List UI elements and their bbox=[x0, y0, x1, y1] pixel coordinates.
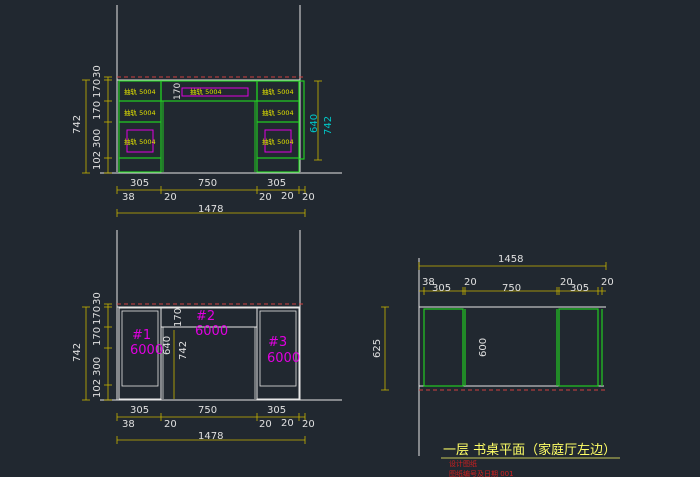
hdim-label: 38 bbox=[122, 192, 135, 203]
hdim-label: 750 bbox=[198, 178, 217, 189]
plan-depth-outer-label: 625 bbox=[372, 339, 383, 358]
drawer-label: 抽轨 5004 bbox=[124, 108, 156, 117]
inner-dim-label: 742 bbox=[178, 341, 189, 360]
hdim-label: 20 bbox=[259, 419, 272, 430]
plan-dim-label: 305 bbox=[432, 283, 451, 294]
hdim-label: 20 bbox=[164, 419, 177, 430]
vdim-label: 742 bbox=[72, 115, 83, 134]
plan-view: 1458 38 305 20 750 20 305 20 625 600 bbox=[372, 254, 614, 456]
plan-dim-label: 20 bbox=[601, 277, 614, 288]
plan-left-unit bbox=[423, 308, 464, 387]
hdim-label: 20 bbox=[302, 192, 315, 203]
vdim-label: 170 bbox=[92, 327, 103, 346]
hdim-label: 305 bbox=[130, 178, 149, 189]
title-note-line-2: 图纸编号及日期 001 bbox=[449, 469, 514, 477]
vdim-label: 170 bbox=[92, 306, 103, 325]
drawer-label: 抽轨 5004 bbox=[124, 87, 156, 96]
right-dim-label: 742 bbox=[323, 116, 334, 135]
hdim-label: 20 bbox=[164, 192, 177, 203]
plan-dim-label: 750 bbox=[502, 283, 521, 294]
hdim-label: 305 bbox=[267, 178, 286, 189]
drawing-title: 一层 书桌平面（家庭厅左边） bbox=[443, 442, 616, 458]
drawer-label: 抽轨 5004 bbox=[262, 87, 294, 96]
plan-total-label: 1458 bbox=[498, 254, 523, 265]
title-note-line-1: 设计图纸 bbox=[449, 459, 477, 468]
total-dim-label: 1478 bbox=[198, 204, 223, 215]
top-elevation: 抽轨 5004 抽轨 5004 抽轨 5004 抽轨 5004 抽轨 5004 … bbox=[72, 5, 342, 217]
right-dim-label: 640 bbox=[309, 114, 320, 133]
plan-dim-label: 305 bbox=[570, 283, 589, 294]
bottom-elevation: #1 6000 #2 6000 #3 6000 170 640 742 30 1… bbox=[72, 230, 342, 444]
plan-depth-inner-label: 600 bbox=[478, 338, 489, 357]
plan-right-unit bbox=[558, 308, 599, 387]
hdim-label: 305 bbox=[267, 405, 286, 416]
drawer-label: 抽轨 5004 bbox=[262, 108, 294, 117]
unit-id: #1 bbox=[132, 328, 151, 343]
cad-drawing-canvas: 抽轨 5004 抽轨 5004 抽轨 5004 抽轨 5004 抽轨 5004 … bbox=[72, 5, 620, 477]
hdim-label: 20 bbox=[259, 192, 272, 203]
hdim-label: 750 bbox=[198, 405, 217, 416]
hdim-label: 305 bbox=[130, 405, 149, 416]
vdim-label: 30 bbox=[92, 292, 103, 305]
hdim-label: 20 bbox=[281, 191, 294, 202]
hdim-label: 20 bbox=[281, 418, 294, 429]
unit-value: 6000 bbox=[267, 351, 300, 366]
total-dim-label: 1478 bbox=[198, 431, 223, 442]
unit-id: #3 bbox=[268, 335, 287, 350]
vdim-label: 300 bbox=[92, 129, 103, 148]
hdim-label: 38 bbox=[122, 419, 135, 430]
unit-id: #2 bbox=[196, 309, 215, 324]
drawer-label: 抽轨 5004 bbox=[190, 87, 222, 96]
unit-value: 6000 bbox=[195, 324, 228, 339]
drawer-label: 抽轨 5004 bbox=[262, 137, 294, 146]
unit-value: 6000 bbox=[130, 343, 163, 358]
vdim-label: 30 bbox=[92, 65, 103, 78]
inner-dim-label: 170 bbox=[173, 308, 184, 327]
center-dim-label: 170 bbox=[173, 83, 183, 100]
drawer-label: 抽轨 5004 bbox=[124, 137, 156, 146]
vdim-label: 742 bbox=[72, 343, 83, 362]
vdim-label: 102 bbox=[92, 379, 103, 398]
hdim-label: 20 bbox=[302, 419, 315, 430]
inner-dim-label: 640 bbox=[162, 336, 173, 355]
plan-dim-label: 20 bbox=[464, 277, 477, 288]
vdim-label: 170 bbox=[92, 101, 103, 120]
vdim-label: 300 bbox=[92, 357, 103, 376]
vdim-label: 170 bbox=[92, 79, 103, 98]
title-block: 一层 书桌平面（家庭厅左边） 设计图纸 图纸编号及日期 001 bbox=[441, 442, 620, 477]
vdim-label: 102 bbox=[92, 151, 103, 170]
